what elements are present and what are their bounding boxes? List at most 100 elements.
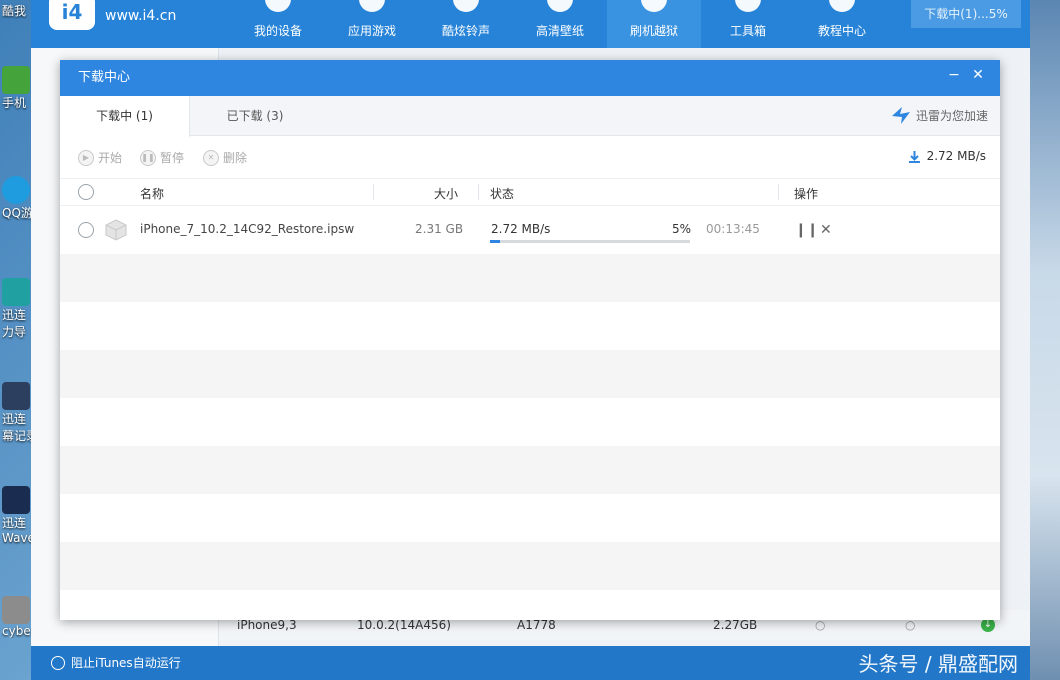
desktop-right-edge bbox=[1030, 0, 1060, 680]
download-tabs: 下载中 (1) 已下载 (3) 迅雷为您加速 bbox=[60, 96, 1000, 137]
download-center-dialog: 下载中心 − ✕ 下载中 (1) 已下载 (3) 迅雷为您加速 ▶ 开始 ❚❚ … bbox=[60, 60, 1000, 620]
desktop-icon-phone[interactable]: 手机 bbox=[2, 66, 32, 111]
nav-toolbox[interactable]: 工具箱 bbox=[701, 0, 795, 48]
thunder-accelerate[interactable]: 迅雷为您加速 bbox=[890, 104, 988, 126]
tab-downloading[interactable]: 下载中 (1) bbox=[60, 96, 190, 137]
thunder-bird-icon bbox=[891, 107, 910, 124]
nav-label: 教程中心 bbox=[817, 24, 866, 38]
info-icon bbox=[829, 0, 855, 12]
desktop-icons: 酷我 手机 QQ游 迅连 力导 迅连 幕记录 迅连 Wave cybe bbox=[0, 0, 36, 680]
tab-downloaded[interactable]: 已下载 (3) bbox=[190, 96, 320, 136]
app-icon bbox=[2, 278, 30, 306]
nav-tutorials[interactable]: 教程中心 bbox=[795, 0, 889, 48]
download-progress-bar bbox=[490, 240, 690, 243]
nav-label: 酷炫铃声 bbox=[441, 24, 490, 38]
download-list: iPhone_7_10.2_14C92_Restore.ipsw 2.31 GB… bbox=[60, 206, 1000, 620]
app-icon bbox=[2, 486, 30, 514]
start-button[interactable]: ▶ 开始 bbox=[78, 149, 122, 166]
empty-row bbox=[60, 350, 1000, 398]
time-remaining: 00:13:45 bbox=[706, 222, 760, 236]
tools-icon bbox=[735, 0, 761, 12]
total-speed: 2.72 MB/s bbox=[908, 149, 986, 163]
col-action: 操作 bbox=[794, 187, 819, 201]
delete-button[interactable]: ✕ 删除 bbox=[203, 149, 247, 166]
desktop-icon-kuwo[interactable]: 酷我 bbox=[2, 2, 32, 19]
desktop-icon-xunlian-2[interactable]: 迅连 幕记录 bbox=[2, 382, 36, 444]
radio-icon bbox=[51, 655, 65, 670]
app-header: i4 www.i4.cn 我的设备 应用游戏 酷炫铃声 高清壁纸 刷机越狱 工具… bbox=[31, 0, 1030, 48]
file-name: iPhone_7_10.2_14C92_Restore.ipsw bbox=[140, 222, 355, 236]
empty-row bbox=[60, 494, 1000, 542]
dialog-title: 下载中心 bbox=[78, 70, 131, 85]
download-arrow-icon bbox=[908, 150, 920, 163]
app-icon bbox=[2, 596, 30, 624]
firmware-identifier: A1778 bbox=[517, 618, 556, 632]
nav-ringtones[interactable]: 酷炫铃声 bbox=[419, 0, 513, 48]
i4-logo: i4 bbox=[49, 0, 95, 30]
desktop-icon-cyber[interactable]: cybe bbox=[2, 596, 32, 638]
select-all-checkbox[interactable] bbox=[78, 184, 94, 200]
flower-icon bbox=[547, 0, 573, 12]
download-install-icon[interactable]: ↓ bbox=[981, 618, 995, 632]
firmware-size: 2.27GB bbox=[713, 618, 758, 632]
firmware-version: 10.0.2(14A456) bbox=[357, 618, 451, 632]
column-divider bbox=[778, 184, 779, 200]
nav-flash-jailbreak[interactable]: 刷机越狱 bbox=[607, 0, 701, 48]
empty-row bbox=[60, 542, 1000, 590]
empty-row bbox=[60, 398, 1000, 446]
nav-label: 我的设备 bbox=[253, 24, 302, 38]
close-button[interactable]: ✕ bbox=[964, 64, 992, 88]
block-itunes-label: 阻止iTunes自动运行 bbox=[71, 656, 181, 670]
nav-label: 应用游戏 bbox=[347, 24, 396, 38]
delete-label: 删除 bbox=[223, 151, 248, 165]
pause-label: 暂停 bbox=[160, 151, 185, 165]
desktop-icon-xunlian-1[interactable]: 迅连 力导 bbox=[2, 278, 32, 340]
total-speed-value: 2.72 MB/s bbox=[926, 149, 986, 163]
accelerate-label: 迅雷为您加速 bbox=[915, 108, 988, 123]
main-nav: 我的设备 应用游戏 酷炫铃声 高清壁纸 刷机越狱 工具箱 教程中心 bbox=[231, 0, 889, 48]
pause-icon: ❚❚ bbox=[140, 149, 156, 166]
box-icon bbox=[641, 0, 667, 12]
delete-icon: ✕ bbox=[203, 149, 219, 166]
download-speed: 2.72 MB/s bbox=[491, 222, 551, 236]
logo-url: www.i4.cn bbox=[105, 8, 177, 24]
col-status: 状态 bbox=[490, 187, 515, 201]
app-icon bbox=[2, 382, 30, 410]
row-checkbox[interactable] bbox=[78, 222, 94, 238]
desktop-icon-xunlian-wave[interactable]: 迅连 Wave bbox=[2, 486, 35, 545]
download-percent: 5% bbox=[672, 222, 692, 236]
dialog-title-bar: 下载中心 bbox=[60, 60, 1000, 96]
nav-wallpapers[interactable]: 高清壁纸 bbox=[513, 0, 607, 48]
app-icon bbox=[2, 66, 30, 94]
col-name: 名称 bbox=[140, 187, 165, 201]
empty-row bbox=[60, 446, 1000, 494]
col-size: 大小 bbox=[434, 187, 459, 201]
apple-icon bbox=[265, 0, 291, 12]
column-divider bbox=[373, 184, 374, 200]
column-divider bbox=[478, 184, 479, 200]
nav-label: 高清壁纸 bbox=[535, 24, 584, 38]
nav-label: 刷机越狱 bbox=[629, 24, 678, 38]
app-store-icon bbox=[359, 0, 385, 12]
pause-icon[interactable]: ❙❙ bbox=[795, 222, 818, 238]
bell-icon bbox=[453, 0, 479, 12]
download-status-button[interactable]: 下载中(1)...5% bbox=[911, 0, 1021, 28]
watermark: 头条号 / 鼎盛配网 bbox=[858, 652, 1018, 676]
download-table-header: 名称 大小 状态 操作 bbox=[60, 178, 1000, 206]
download-progress-fill bbox=[490, 240, 500, 243]
start-label: 开始 bbox=[98, 151, 123, 165]
close-icon[interactable]: ✕ bbox=[820, 222, 832, 238]
block-itunes-toggle[interactable]: 阻止iTunes自动运行 bbox=[51, 654, 181, 671]
status-dot-icon: ○ bbox=[815, 618, 826, 632]
download-toolbar: ▶ 开始 ❚❚ 暂停 ✕ 删除 2.72 MB/s bbox=[60, 136, 1000, 178]
desktop-icon-qq-game[interactable]: QQ游 bbox=[2, 176, 33, 221]
nav-apps-games[interactable]: 应用游戏 bbox=[325, 0, 419, 48]
empty-row bbox=[60, 590, 1000, 620]
play-icon: ▶ bbox=[78, 149, 94, 166]
file-size: 2.31 GB bbox=[415, 222, 464, 236]
status-dot-icon: ○ bbox=[905, 618, 916, 632]
pause-button[interactable]: ❚❚ 暂停 bbox=[140, 149, 184, 166]
download-row[interactable]: iPhone_7_10.2_14C92_Restore.ipsw 2.31 GB… bbox=[60, 206, 1000, 254]
app-icon bbox=[2, 176, 30, 204]
nav-my-device[interactable]: 我的设备 bbox=[231, 0, 325, 48]
